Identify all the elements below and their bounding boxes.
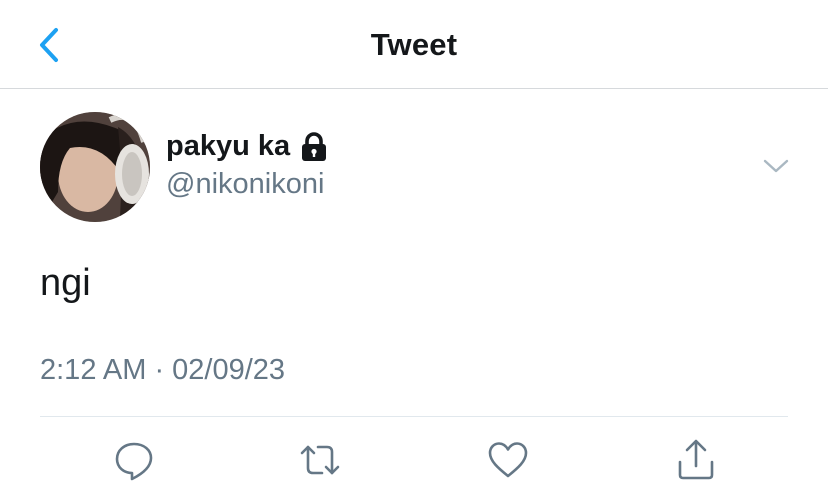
like-button[interactable] [486, 438, 530, 482]
chevron-down-icon [763, 159, 789, 173]
share-icon [678, 439, 714, 480]
heart-icon [488, 442, 528, 478]
avatar-image [40, 112, 150, 222]
tweet-timestamp: 2:12 AM · 02/09/23 [40, 354, 286, 386]
navigation-bar: Tweet [0, 0, 828, 89]
page-title: Tweet [370, 27, 458, 62]
author-name-row[interactable]: pakyu ka [166, 130, 328, 163]
reply-button[interactable] [112, 438, 156, 482]
share-button[interactable] [674, 438, 718, 482]
more-options-button[interactable] [760, 153, 792, 179]
author-display-name: pakyu ka [166, 130, 291, 162]
lock-icon [302, 131, 327, 161]
divider [40, 416, 788, 417]
comment-icon [115, 442, 153, 481]
tweet-detail-screen: Tweet pakyu ka @nikonikoni ngi 2:12 AM ·… [0, 0, 828, 502]
avatar[interactable] [40, 112, 150, 222]
tweet-text: ngi [40, 262, 91, 304]
retweet-icon [300, 445, 340, 475]
retweet-button[interactable] [298, 438, 342, 482]
author-handle[interactable]: @nikonikoni [166, 168, 324, 201]
